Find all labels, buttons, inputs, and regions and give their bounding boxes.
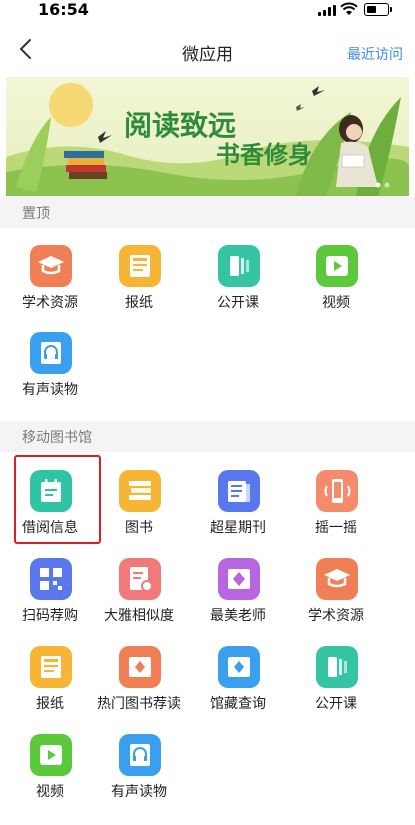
graduation-cap-icon [316, 558, 358, 600]
library-item[interactable]: 报纸 [6, 646, 94, 726]
pinned-item[interactable]: 报纸 [95, 245, 183, 325]
library-item[interactable]: 热门图书荐读 [95, 646, 183, 726]
library-item-label: 扫码荐购 [22, 608, 78, 624]
audiobook-icon [30, 332, 72, 374]
pinned-section-title: 置顶 [22, 206, 50, 222]
newspaper-icon [30, 646, 72, 688]
library-item-label: 超星期刊 [210, 520, 266, 536]
pinned-item-label: 公开课 [217, 295, 259, 311]
library-item-label: 学术资源 [308, 608, 364, 624]
library-item-label: 图书 [125, 520, 153, 536]
banner[interactable]: 阅读致远 书香修身 [6, 77, 409, 196]
shake-icon [316, 470, 358, 512]
library-item[interactable]: 最美老师 [194, 558, 282, 638]
library-item-label: 视频 [36, 784, 64, 800]
pinned-item-label: 视频 [322, 295, 350, 311]
library-item[interactable]: 图书 [95, 470, 183, 550]
pinned-item-label: 学术资源 [22, 295, 78, 311]
nav-bar: 微应用 最近访问 [0, 22, 415, 77]
pinned-item[interactable]: 公开课 [194, 245, 282, 325]
wifi-icon [340, 2, 358, 15]
journal-icon [218, 470, 260, 512]
borrow-info-icon [30, 470, 72, 512]
library-item-label: 有声读物 [111, 784, 167, 800]
teacher-icon [218, 558, 260, 600]
library-item[interactable]: 馆藏查询 [194, 646, 282, 726]
pinned-item[interactable]: 视频 [292, 245, 380, 325]
library-section-title: 移动图书馆 [22, 430, 92, 446]
library-item[interactable]: 借阅信息 [6, 470, 94, 550]
video-icon [316, 245, 358, 287]
pinned-item-label: 有声读物 [22, 382, 78, 398]
audiobook-icon [119, 734, 161, 776]
library-item[interactable]: 公开课 [292, 646, 380, 726]
banner-slogan-b: 书香修身 [216, 140, 312, 169]
library-item-label: 摇一摇 [315, 520, 357, 536]
banner-slogan-a: 阅读致远 [124, 109, 236, 142]
library-item-label: 大雅相似度 [104, 608, 174, 624]
newspaper-icon [119, 245, 161, 287]
library-item-label: 公开课 [315, 696, 357, 712]
pinned-item-label: 报纸 [125, 295, 153, 311]
library-item[interactable]: 摇一摇 [292, 470, 380, 550]
course-icon [316, 646, 358, 688]
status-bar: 16:54 [0, 0, 415, 22]
library-item[interactable]: 超星期刊 [194, 470, 282, 550]
pinned-section-header: 置顶 [0, 197, 415, 228]
pinned-item[interactable]: 学术资源 [6, 245, 94, 325]
course-icon [218, 245, 260, 287]
collection-search-icon [218, 646, 260, 688]
qr-scan-icon [30, 558, 72, 600]
library-item-label: 热门图书荐读 [97, 696, 181, 712]
status-time: 16:54 [38, 0, 89, 19]
library-section-header: 移动图书馆 [0, 421, 415, 452]
graduation-cap-icon [30, 245, 72, 287]
banner-illustration: 阅读致远 书香修身 [6, 77, 409, 196]
similarity-icon [119, 558, 161, 600]
video-icon [30, 734, 72, 776]
library-item[interactable]: 有声读物 [95, 734, 183, 814]
library-item[interactable]: 视频 [6, 734, 94, 814]
library-item-label: 最美老师 [210, 608, 266, 624]
library-item-label: 馆藏查询 [210, 696, 266, 712]
library-item[interactable]: 大雅相似度 [95, 558, 183, 638]
hot-books-icon [119, 646, 161, 688]
pinned-item[interactable]: 有声读物 [6, 332, 94, 412]
library-item-label: 借阅信息 [22, 520, 78, 536]
signal-icon [318, 5, 336, 16]
battery-icon [364, 3, 392, 16]
library-item[interactable]: 学术资源 [292, 558, 380, 638]
recent-visits-link[interactable]: 最近访问 [347, 44, 403, 64]
library-item-label: 报纸 [36, 696, 64, 712]
books-icon [119, 470, 161, 512]
library-item[interactable]: 扫码荐购 [6, 558, 94, 638]
books-stack-icon [64, 151, 107, 179]
